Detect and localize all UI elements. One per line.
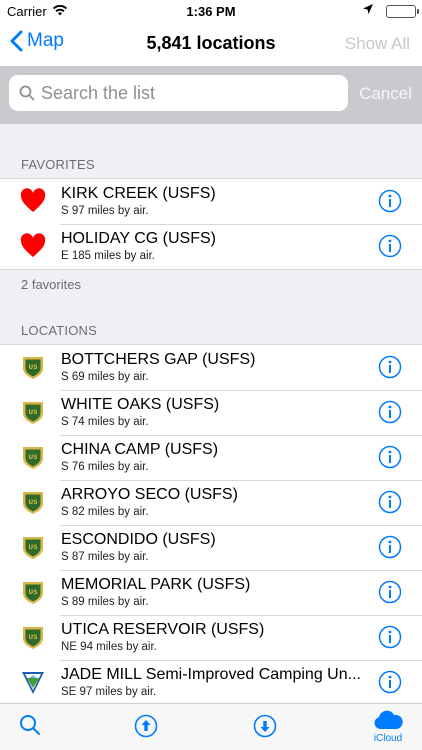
info-icon[interactable] [378, 189, 402, 213]
location-distance: S 74 miles by air. [61, 416, 149, 428]
list-item[interactable]: JADE MILL Semi-Improved Camping Un... SE… [0, 660, 422, 705]
list-item[interactable]: US UTICA RESERVOIR (USFS) NE 94 miles by… [0, 615, 422, 660]
cloud-icon [374, 710, 403, 729]
arrow-down-circle-icon [253, 714, 277, 738]
list-item[interactable]: US MEMORIAL PARK (USFS) S 89 miles by ai… [0, 570, 422, 615]
list-item[interactable]: US WHITE OAKS (USFS) S 74 miles by air. [0, 390, 422, 435]
tab-download[interactable] [253, 714, 277, 743]
svg-text:US: US [28, 409, 37, 416]
list-item[interactable]: US ESCONDIDO (USFS) S 87 miles by air. [0, 525, 422, 570]
clock: 1:36 PM [186, 4, 236, 19]
tab-icloud[interactable]: iCloud [368, 710, 408, 744]
location-distance: SE 97 miles by air. [61, 686, 157, 698]
location-name: HOLIDAY CG (USFS) [61, 230, 216, 247]
svg-text:US: US [28, 544, 37, 551]
locations-header: LOCATIONS [21, 323, 97, 338]
location-distance: S 76 miles by air. [61, 461, 149, 473]
svg-text:US: US [28, 454, 37, 461]
info-icon[interactable] [378, 355, 402, 379]
locations-list: US BOTTCHERS GAP (USFS) S 69 miles by ai… [0, 344, 422, 706]
search-icon [20, 715, 40, 735]
location-distance: S 89 miles by air. [61, 596, 149, 608]
heart-icon [20, 233, 46, 257]
usfs-shield-icon: US [23, 357, 43, 379]
location-name: ARROYO SECO (USFS) [61, 486, 238, 503]
tab-bar: iCloud [0, 703, 422, 750]
favorites-list: KIRK CREEK (USFS) S 97 miles by air. HOL… [0, 178, 422, 270]
location-distance: NE 94 miles by air. [61, 641, 157, 653]
svg-text:US: US [28, 589, 37, 596]
info-icon[interactable] [378, 490, 402, 514]
usfs-shield-icon: US [23, 627, 43, 649]
info-icon[interactable] [378, 234, 402, 258]
svg-text:US: US [28, 634, 37, 641]
location-name: JADE MILL Semi-Improved Camping Un... [61, 666, 361, 683]
favorites-count: 2 favorites [21, 277, 81, 292]
blm-shield-icon [22, 672, 44, 694]
svg-text:US: US [28, 499, 37, 506]
tab-upload[interactable] [134, 714, 158, 743]
navigation-bar: Map 5,841 locations Show All [0, 22, 422, 66]
svg-text:US: US [28, 364, 37, 371]
location-name: BOTTCHERS GAP (USFS) [61, 351, 256, 368]
usfs-shield-icon: US [23, 492, 43, 514]
list-item[interactable]: KIRK CREEK (USFS) S 97 miles by air. [0, 179, 422, 224]
location-distance: E 185 miles by air. [61, 250, 155, 262]
info-icon[interactable] [378, 625, 402, 649]
location-distance: S 97 miles by air. [61, 205, 149, 217]
favorites-header: FAVORITES [21, 157, 95, 172]
heart-icon [20, 188, 46, 212]
info-icon[interactable] [378, 535, 402, 559]
list-item[interactable]: US BOTTCHERS GAP (USFS) S 69 miles by ai… [0, 345, 422, 390]
location-distance: S 87 miles by air. [61, 551, 149, 563]
location-name: ESCONDIDO (USFS) [61, 531, 216, 548]
location-arrow-icon [362, 3, 374, 18]
list-item[interactable]: US CHINA CAMP (USFS) S 76 miles by air. [0, 435, 422, 480]
tab-icloud-label: iCloud [373, 733, 403, 744]
location-distance: S 69 miles by air. [61, 371, 149, 383]
show-all-button[interactable]: Show All [345, 34, 410, 54]
location-name: KIRK CREEK (USFS) [61, 185, 216, 202]
info-icon[interactable] [378, 400, 402, 424]
usfs-shield-icon: US [23, 402, 43, 424]
location-distance: S 82 miles by air. [61, 506, 149, 518]
cancel-button[interactable]: Cancel [359, 84, 412, 104]
location-name: UTICA RESERVOIR (USFS) [61, 621, 265, 638]
location-name: WHITE OAKS (USFS) [61, 396, 220, 413]
status-bar: Carrier 1:36 PM [0, 0, 422, 22]
search-icon [19, 85, 35, 101]
location-name: MEMORIAL PARK (USFS) [61, 576, 251, 593]
search-bar: Search the list Cancel [0, 66, 422, 124]
battery-icon [386, 5, 419, 18]
usfs-shield-icon: US [23, 447, 43, 469]
list-item[interactable]: HOLIDAY CG (USFS) E 185 miles by air. [0, 224, 422, 269]
usfs-shield-icon: US [23, 582, 43, 604]
location-name: CHINA CAMP (USFS) [61, 441, 219, 458]
info-icon[interactable] [378, 580, 402, 604]
tab-search[interactable] [19, 714, 41, 741]
list-item[interactable]: US ARROYO SECO (USFS) S 82 miles by air. [0, 480, 422, 525]
search-placeholder: Search the list [41, 82, 156, 103]
info-icon[interactable] [378, 445, 402, 469]
info-icon[interactable] [378, 670, 402, 694]
usfs-shield-icon: US [23, 537, 43, 559]
search-input[interactable]: Search the list [9, 75, 348, 111]
arrow-up-circle-icon [134, 714, 158, 738]
